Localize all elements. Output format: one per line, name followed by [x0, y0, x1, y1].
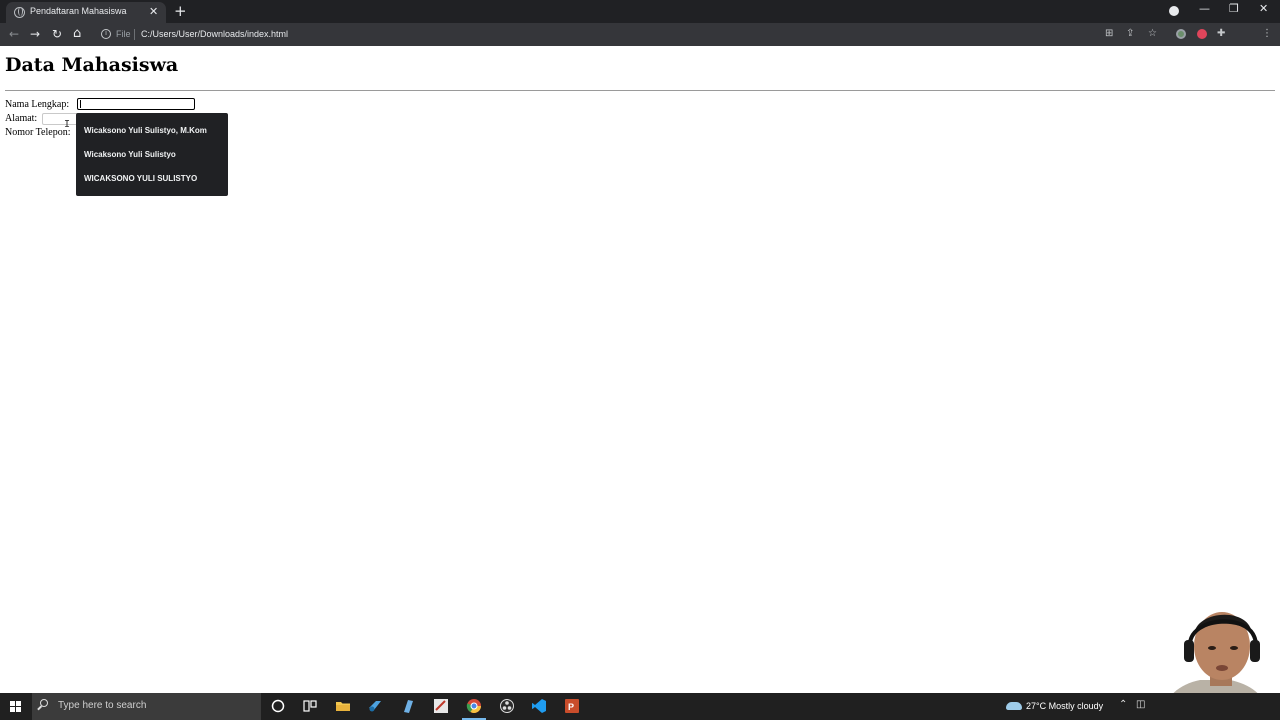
browser-menu-icon[interactable]: ⋮: [1262, 27, 1272, 41]
search-icon: [40, 699, 48, 707]
forward-icon[interactable]: →: [30, 26, 40, 42]
vscode-icon[interactable]: [531, 698, 547, 714]
nama-lengkap-input[interactable]: [77, 98, 195, 110]
browser-tab[interactable]: Pendaftaran Mahasiswa ✕: [6, 2, 166, 23]
back-icon[interactable]: ←: [9, 26, 19, 42]
reload-icon[interactable]: ↻: [52, 26, 62, 42]
browser-titlebar: Pendaftaran Mahasiswa ✕ + — ❐ ✕: [0, 0, 1280, 23]
autofill-dropdown: Wicaksono Yuli Sulistyo, M.Kom Wicaksono…: [76, 113, 228, 196]
nama-lengkap-label: Nama Lengkap:: [5, 99, 70, 110]
steam-icon[interactable]: [367, 698, 383, 714]
cortana-icon[interactable]: [270, 698, 286, 714]
chevron-up-icon[interactable]: ⌃: [1119, 699, 1127, 710]
close-window-button[interactable]: ✕: [1259, 2, 1268, 15]
extension-icon[interactable]: [1176, 29, 1186, 39]
powerpoint-icon[interactable]: P: [564, 698, 580, 714]
alamat-label: Alamat:: [5, 113, 38, 124]
tab-title: Pendaftaran Mahasiswa: [30, 6, 127, 16]
paint-icon[interactable]: [433, 698, 449, 714]
text-caret: [80, 100, 81, 108]
page-title: Data Mahasiswa: [5, 54, 179, 76]
windows-start-icon[interactable]: [10, 701, 22, 713]
tab-close-icon[interactable]: ✕: [149, 5, 158, 18]
file-explorer-icon[interactable]: [335, 698, 351, 714]
browser-toolbar: ← → ↻ ⌂ i File C:/Users/User/Downloads/i…: [0, 23, 1280, 46]
svg-text:P: P: [568, 702, 574, 712]
globe-icon: [14, 7, 25, 18]
tray-app-icon[interactable]: ◫: [1136, 699, 1145, 710]
translate-icon[interactable]: ⊞: [1105, 27, 1113, 41]
weather-widget[interactable]: 27°C Mostly cloudy: [1026, 701, 1103, 711]
nomor-telepon-label: Nomor Telepon:: [5, 127, 71, 138]
autofill-suggestion[interactable]: Wicaksono Yuli Sulistyo: [76, 143, 228, 167]
record-extension-icon[interactable]: [1197, 29, 1207, 39]
bookmark-star-icon[interactable]: ☆: [1148, 27, 1157, 41]
new-tab-button[interactable]: +: [174, 2, 187, 20]
chrome-taskbar-button[interactable]: [462, 698, 486, 720]
chrome-icon: [466, 699, 481, 713]
taskbar-search-box[interactable]: Type here to search: [32, 693, 261, 720]
address-divider: [134, 29, 135, 40]
weather-cloud-icon[interactable]: [1006, 702, 1022, 710]
address-scheme-label: File: [116, 29, 131, 39]
task-view-icon[interactable]: [302, 698, 318, 714]
minimize-button[interactable]: —: [1199, 2, 1210, 15]
profile-icon[interactable]: [1169, 6, 1179, 16]
share-icon[interactable]: ⇪: [1126, 27, 1134, 41]
autofill-suggestion[interactable]: Wicaksono Yuli Sulistyo, M.Kom: [76, 119, 228, 143]
home-icon[interactable]: ⌂: [73, 26, 81, 42]
maximize-button[interactable]: ❐: [1229, 2, 1239, 15]
taskbar-search-placeholder: Type here to search: [58, 700, 147, 711]
extensions-puzzle-icon[interactable]: ✚: [1217, 27, 1225, 41]
obs-icon[interactable]: [499, 698, 515, 714]
notepad-icon[interactable]: [400, 698, 416, 714]
info-icon[interactable]: i: [101, 29, 111, 39]
windows-taskbar: Type here to search P 27°C Mostly cloudy…: [0, 693, 1280, 720]
address-bar[interactable]: C:/Users/User/Downloads/index.html: [141, 29, 288, 39]
autofill-suggestion[interactable]: WICAKSONO YULI SULISTYO: [76, 167, 228, 191]
horizontal-rule: [5, 90, 1275, 91]
